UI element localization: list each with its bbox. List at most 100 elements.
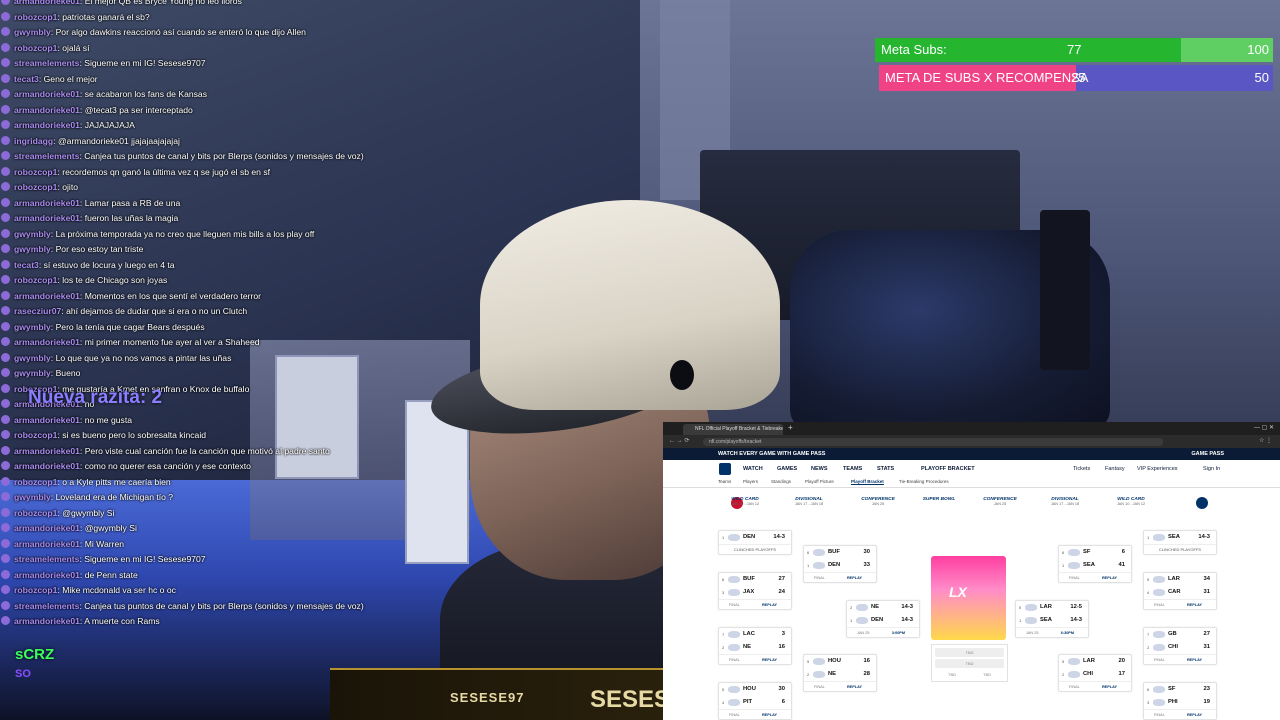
chat-username[interactable]: armandorieke01 bbox=[14, 213, 80, 223]
nav-sign-in[interactable]: Sign In bbox=[1203, 466, 1220, 472]
matchup-card[interactable]: 5 LAR 20 2 CHI 17 FINAL REPLAY bbox=[1058, 654, 1132, 692]
chat-username[interactable]: armandorieke01 bbox=[14, 120, 80, 130]
chat-text: A muerte con Rams bbox=[84, 616, 160, 626]
chat-username[interactable]: gwymbly bbox=[14, 492, 51, 502]
subnav-playoff-bracket[interactable]: Playoff Bracket bbox=[851, 479, 884, 485]
nav-watch[interactable]: WATCH bbox=[743, 466, 763, 472]
chat-message: armandorieke01: Lamar pasa a RB de una bbox=[0, 196, 420, 212]
matchup-card[interactable]: 6 SF 23 3 PHI 19 FINAL REPLAY bbox=[1143, 682, 1217, 720]
tab-nfl-bracket[interactable]: NFL Official Playoff Bracket & Tiebreake… bbox=[683, 424, 783, 435]
replay-link[interactable]: REPLAY bbox=[847, 685, 862, 689]
replay-link[interactable]: REPLAY bbox=[762, 713, 777, 717]
subnav-players[interactable]: Players bbox=[743, 479, 758, 484]
chat-username[interactable]: gwymbly bbox=[14, 368, 51, 378]
chat-username[interactable]: robozcop1 bbox=[14, 275, 57, 285]
matchup-card[interactable]: 5 LAR 34 4 CAR 31 FINAL REPLAY bbox=[1143, 572, 1217, 610]
replay-link[interactable]: REPLAY bbox=[1187, 658, 1202, 662]
chat-text: como no querer esa canción y ese context… bbox=[84, 461, 251, 471]
chat-username[interactable]: armandorieke01 bbox=[14, 539, 80, 549]
team-score: 30 bbox=[863, 549, 870, 555]
matchup-card[interactable]: 7 GB 27 2 CHI 31 FINAL REPLAY bbox=[1143, 627, 1217, 665]
nav-news[interactable]: NEWS bbox=[811, 466, 828, 472]
chat-username[interactable]: tecat3 bbox=[14, 74, 39, 84]
chat-username[interactable]: streamelements bbox=[14, 151, 79, 161]
chat-username[interactable]: armandorieke01 bbox=[14, 616, 80, 626]
chat-username[interactable]: armandorieke01 bbox=[14, 446, 80, 456]
team-score: 41 bbox=[1118, 562, 1125, 568]
chat-username[interactable]: gwymbly bbox=[14, 322, 51, 332]
chat-username[interactable]: armandorieke01 bbox=[14, 198, 80, 208]
matchup-card[interactable]: 2 NE 14-3 1 DEN 14-3 JAN 25 3:00PM bbox=[846, 600, 920, 638]
game-pass-link[interactable]: GAME PASS bbox=[1191, 448, 1224, 460]
chat-username[interactable]: armandorieke01 bbox=[14, 461, 80, 471]
replay-link[interactable]: REPLAY bbox=[1187, 603, 1202, 607]
chat-username[interactable]: armandorieke01 bbox=[14, 291, 80, 301]
chat-username[interactable]: armandorieke01 bbox=[14, 570, 80, 580]
replay-link[interactable]: REPLAY bbox=[1102, 685, 1117, 689]
chat-username[interactable]: armandorieke01 bbox=[14, 337, 80, 347]
chat-username[interactable]: armandorieke01 bbox=[14, 89, 80, 99]
promo-text[interactable]: WATCH EVERY GAME WITH GAME PASS bbox=[718, 448, 825, 460]
chat-username[interactable]: gwymbly bbox=[14, 353, 51, 363]
chat-username[interactable]: rasecziur07 bbox=[14, 306, 61, 316]
replay-link[interactable]: REPLAY bbox=[1187, 713, 1202, 717]
chat-username[interactable]: robozcop1 bbox=[14, 585, 57, 595]
matchup-card[interactable]: 7 LAC 3 2 NE 16 FINAL REPLAY bbox=[718, 627, 792, 665]
matchup-card[interactable]: 6 BUF 27 3 JAX 24 FINAL REPLAY bbox=[718, 572, 792, 610]
chat-username[interactable]: streamelements bbox=[14, 554, 79, 564]
url-input[interactable]: nfl.com/playoffs/bracket bbox=[703, 438, 1163, 446]
round-header: CONFERENCE JAN 25 bbox=[970, 497, 1030, 506]
chat-text: de Penn state bbox=[84, 569, 138, 580]
nav-fantasy[interactable]: Fantasy bbox=[1105, 466, 1125, 472]
matchup-card[interactable]: 6 BUF 30 1 DEN 33 FINAL REPLAY bbox=[803, 545, 877, 583]
replay-link[interactable]: REPLAY bbox=[847, 576, 862, 580]
chat-username[interactable]: robozcop1 bbox=[14, 477, 57, 487]
new-tab-icon[interactable]: + bbox=[788, 423, 793, 432]
nav-teams[interactable]: TEAMS bbox=[843, 466, 862, 472]
super-bowl-card[interactable]: TBD TBD TBD TBD bbox=[931, 644, 1008, 682]
chat-username[interactable]: robozcop1 bbox=[14, 43, 57, 53]
subnav-tiebreak[interactable]: Tie-Breaking Procedures bbox=[899, 479, 949, 484]
chat-username[interactable]: gwymbly bbox=[14, 244, 51, 254]
subnav-teams[interactable]: Teams bbox=[718, 479, 731, 484]
chat-username[interactable]: armandorieke01 bbox=[14, 415, 80, 425]
matchup-card[interactable]: 1 SEA 14-3 CLINCHED PLAYOFFS bbox=[1143, 530, 1217, 555]
nfl-logo-icon[interactable] bbox=[719, 463, 731, 475]
replay-link[interactable]: REPLAY bbox=[1102, 576, 1117, 580]
chat-username[interactable]: armandorieke01 bbox=[14, 105, 80, 115]
replay-link[interactable]: REPLAY bbox=[762, 603, 777, 607]
nav-vip[interactable]: VIP Experiences bbox=[1137, 466, 1178, 472]
window-controls-icon[interactable]: — ▢ ✕ bbox=[1254, 424, 1274, 431]
chat-username[interactable]: armandorieke01 bbox=[14, 0, 80, 6]
nav-playoff-bracket[interactable]: PLAYOFF BRACKET bbox=[921, 466, 975, 472]
nav-tickets[interactable]: Tickets bbox=[1073, 466, 1090, 472]
matchup-card[interactable]: 6 SF 6 1 SEA 41 FINAL REPLAY bbox=[1058, 545, 1132, 583]
chat-username[interactable]: tecat3 bbox=[14, 260, 39, 270]
subnav-playoff-picture[interactable]: Playoff Picture bbox=[805, 479, 834, 484]
chat-username[interactable]: robozcop1 bbox=[14, 182, 57, 192]
nav-arrows-icon[interactable]: ← → ⟳ bbox=[669, 437, 689, 444]
chat-username[interactable]: robozcop1 bbox=[14, 167, 57, 177]
chat-username[interactable]: armandorieke01 bbox=[14, 523, 80, 533]
chat-username[interactable]: streamelements bbox=[14, 58, 79, 68]
team-score: 34 bbox=[1203, 576, 1210, 582]
chat-message: robozcop1: ojalá sí bbox=[0, 41, 420, 57]
replay-link[interactable]: REPLAY bbox=[762, 658, 777, 662]
matchup-card[interactable]: 5 LAR 12-5 1 SEA 14-3 JAN 25 6:30PM bbox=[1015, 600, 1089, 638]
chat-username[interactable]: gwymbly bbox=[14, 27, 51, 37]
subnav-standings[interactable]: Standings bbox=[771, 479, 791, 484]
matchup-card[interactable]: 5 HOU 16 2 NE 28 FINAL REPLAY bbox=[803, 654, 877, 692]
chat-username[interactable]: ingridagg bbox=[14, 136, 53, 146]
chat-username[interactable]: streamelements bbox=[14, 601, 79, 611]
chat-username[interactable]: gwymbly bbox=[14, 229, 51, 239]
user-badge-icon bbox=[1, 73, 10, 83]
matchup-card[interactable]: 1 DEN 14-3 CLINCHED PLAYOFFS bbox=[718, 530, 792, 555]
extensions-icon[interactable]: ☆ ⋮ bbox=[1259, 437, 1272, 444]
chat-username[interactable]: robozcop1 bbox=[14, 12, 57, 22]
chat-username[interactable]: robozcop1 bbox=[14, 430, 57, 440]
chat-text: @armandorieke01 jjajajaajajajaj bbox=[57, 135, 180, 146]
nav-stats[interactable]: STATS bbox=[877, 466, 894, 472]
matchup-card[interactable]: 5 HOU 30 4 PIT 6 FINAL REPLAY bbox=[718, 682, 792, 720]
chat-username[interactable]: robozcop1 bbox=[14, 508, 57, 518]
nav-games[interactable]: GAMES bbox=[777, 466, 797, 472]
